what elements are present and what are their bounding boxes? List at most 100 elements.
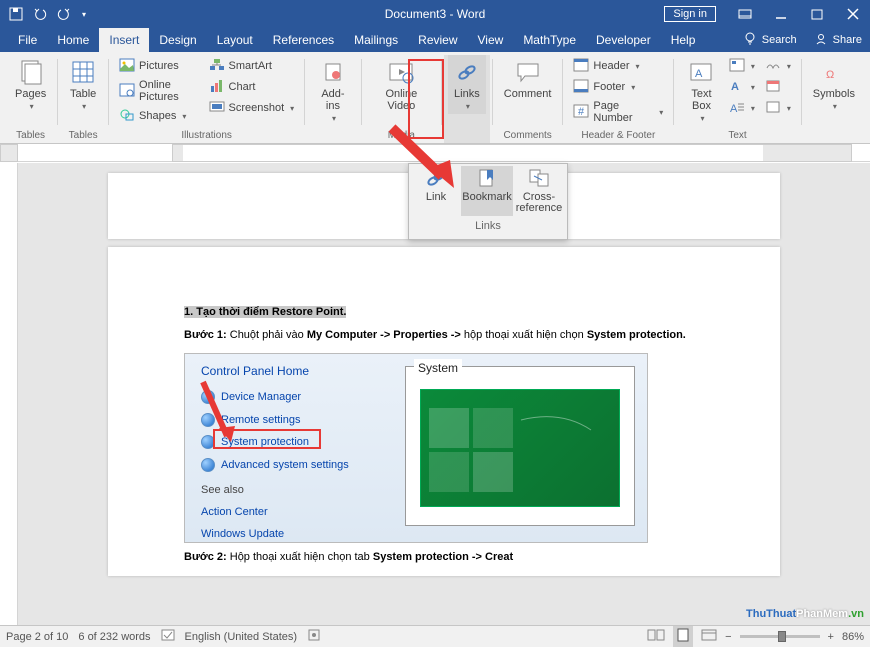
lightbulb-icon xyxy=(744,32,756,49)
addins-icon xyxy=(319,58,347,86)
chart-icon xyxy=(209,79,225,95)
table-icon xyxy=(69,58,97,86)
bookmark-button[interactable]: Bookmark xyxy=(461,166,513,216)
svg-text:Ω: Ω xyxy=(826,69,834,81)
share-icon xyxy=(815,33,827,48)
close-icon[interactable] xyxy=(836,0,870,28)
text-box-icon: A xyxy=(687,58,715,86)
link-button[interactable]: Link xyxy=(411,166,461,216)
svg-text:#: # xyxy=(578,106,585,118)
pictures-button[interactable]: Pictures xyxy=(117,57,200,75)
quick-parts-button[interactable]: ▾ xyxy=(727,57,757,75)
links-dropdown: Link Bookmark Cross-reference Links xyxy=(408,163,568,240)
tab-mailings[interactable]: Mailings xyxy=(344,28,408,52)
redo-icon[interactable] xyxy=(56,6,72,22)
system-box: System xyxy=(405,366,635,526)
cross-reference-button[interactable]: Cross-reference xyxy=(513,166,565,216)
tab-references[interactable]: References xyxy=(263,28,344,52)
tab-layout[interactable]: Layout xyxy=(207,28,263,52)
text-box-button[interactable]: A Text Box ▾ xyxy=(680,55,723,126)
header-icon xyxy=(573,58,589,74)
save-icon[interactable] xyxy=(8,6,24,22)
share-button[interactable]: Share xyxy=(833,34,862,46)
system-image xyxy=(420,389,620,507)
horizontal-ruler[interactable] xyxy=(0,144,870,162)
tab-developer[interactable]: Developer xyxy=(586,28,661,52)
view-read-icon[interactable] xyxy=(647,628,665,645)
maximize-icon[interactable] xyxy=(800,0,834,28)
online-video-icon xyxy=(387,58,415,86)
symbols-button[interactable]: Ω Symbols ▾ xyxy=(808,55,860,114)
comment-button[interactable]: Comment xyxy=(499,55,557,103)
drop-cap-button[interactable]: A▾ xyxy=(727,99,757,117)
tell-me-search[interactable]: Search xyxy=(762,34,797,46)
pages-icon xyxy=(17,58,45,86)
object-icon xyxy=(765,100,781,116)
shapes-icon xyxy=(119,108,135,124)
screenshot-icon xyxy=(209,100,225,116)
pictures-icon xyxy=(119,58,135,74)
zoom-in-icon[interactable]: + xyxy=(828,631,834,643)
undo-icon[interactable] xyxy=(32,6,48,22)
links-icon xyxy=(453,58,481,86)
table-button[interactable]: Table ▾ xyxy=(64,55,102,114)
macro-record-icon[interactable] xyxy=(307,628,321,645)
view-web-icon[interactable] xyxy=(701,628,717,645)
minimize-icon[interactable] xyxy=(764,0,798,28)
chart-button[interactable]: Chart xyxy=(207,78,297,96)
spellcheck-icon[interactable] xyxy=(161,628,175,645)
comment-icon xyxy=(514,58,542,86)
qat-dropdown-icon[interactable]: ▾ xyxy=(82,10,86,19)
wordart-button[interactable]: A▾ xyxy=(727,78,757,96)
status-words[interactable]: 6 of 232 words xyxy=(78,631,150,643)
tab-design[interactable]: Design xyxy=(149,28,206,52)
pages-button[interactable]: Pages ▾ xyxy=(10,55,51,114)
watermark: ThuThuatPhanMem.vn xyxy=(746,600,864,623)
tab-review[interactable]: Review xyxy=(408,28,467,52)
object-button[interactable]: ▾ xyxy=(763,99,793,117)
document-page[interactable]: 1. Tạo thời điểm Restore Point. Bước 1: … xyxy=(108,247,780,576)
svg-text:A: A xyxy=(730,103,738,115)
smartart-icon xyxy=(209,58,225,74)
zoom-level[interactable]: 86% xyxy=(842,631,864,643)
zoom-slider[interactable] xyxy=(740,635,820,638)
date-time-button[interactable] xyxy=(763,78,793,96)
ribbon-display-icon[interactable] xyxy=(728,0,762,28)
tab-help[interactable]: Help xyxy=(661,28,706,52)
screenshot-button[interactable]: Screenshot▾ xyxy=(207,99,297,117)
status-page[interactable]: Page 2 of 10 xyxy=(6,631,68,643)
page-number-icon: # xyxy=(573,104,589,120)
symbols-icon: Ω xyxy=(820,58,848,86)
links-button[interactable]: Links ▾ xyxy=(448,55,486,114)
status-language[interactable]: English (United States) xyxy=(185,631,298,643)
doc-heading: 1. Tạo thời điểm Restore Point. xyxy=(184,306,346,318)
cp-windows-update: Windows Update xyxy=(185,523,647,546)
tab-home[interactable]: Home xyxy=(47,28,99,52)
tab-mathtype[interactable]: MathType xyxy=(513,28,586,52)
title-bar: ▾ Document3 - Word Sign in xyxy=(0,0,870,28)
online-video-button[interactable]: Online Video xyxy=(368,55,435,115)
tab-file[interactable]: File xyxy=(8,28,47,52)
shapes-button[interactable]: Shapes▾ xyxy=(117,107,200,125)
sign-in-button[interactable]: Sign in xyxy=(664,6,716,22)
zoom-out-icon[interactable]: − xyxy=(725,631,731,643)
signature-line-button[interactable]: ▾ xyxy=(763,57,793,75)
bookmark-icon xyxy=(476,168,498,190)
quick-parts-icon xyxy=(729,58,745,74)
ribbon-tabs: File Home Insert Design Layout Reference… xyxy=(0,28,870,52)
page-number-button[interactable]: #Page Number▾ xyxy=(571,99,665,125)
svg-text:A: A xyxy=(695,68,703,80)
svg-text:A: A xyxy=(731,81,739,93)
footer-button[interactable]: Footer▾ xyxy=(571,78,665,96)
tab-insert[interactable]: Insert xyxy=(99,28,149,52)
online-pictures-button[interactable]: Online Pictures xyxy=(117,78,200,104)
smartart-button[interactable]: SmartArt xyxy=(207,57,297,75)
vertical-ruler[interactable] xyxy=(0,163,18,625)
header-button[interactable]: Header▾ xyxy=(571,57,665,75)
addins-button[interactable]: Add-ins ▾ xyxy=(311,55,355,126)
status-bar: Page 2 of 10 6 of 232 words English (Uni… xyxy=(0,625,870,647)
view-print-icon[interactable] xyxy=(673,626,693,647)
cross-reference-icon xyxy=(528,168,550,190)
tab-view[interactable]: View xyxy=(468,28,514,52)
online-pictures-icon xyxy=(119,83,135,99)
